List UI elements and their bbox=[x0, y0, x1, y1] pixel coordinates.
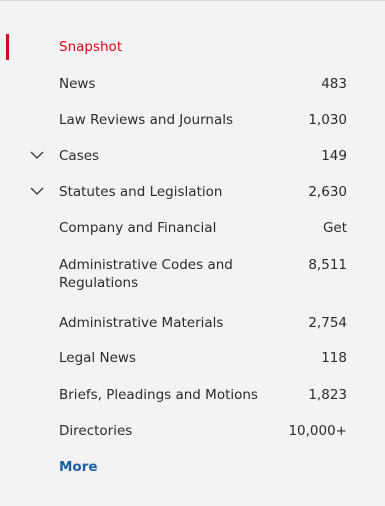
nav-item-briefs[interactable]: Briefs, Pleadings and Motions 1,823 bbox=[0, 386, 360, 416]
chevron-down-icon[interactable] bbox=[30, 186, 44, 196]
nav-item-cases[interactable]: Cases 149 bbox=[0, 147, 360, 177]
nav-item-count: 10,000+ bbox=[288, 423, 347, 439]
nav-item-admin-materials[interactable]: Administrative Materials 2,754 bbox=[0, 314, 360, 344]
chevron-down-icon[interactable] bbox=[30, 150, 44, 160]
nav-item-legal-news[interactable]: Legal News 118 bbox=[0, 349, 360, 379]
nav-item-count: 1,030 bbox=[308, 112, 347, 128]
nav-item-count: 118 bbox=[321, 350, 347, 366]
more-link-label: More bbox=[59, 459, 98, 475]
nav-item-company-financial[interactable]: Company and Financial Get bbox=[0, 219, 360, 249]
nav-item-label: Legal News bbox=[59, 350, 136, 366]
more-link[interactable]: More bbox=[0, 458, 360, 488]
nav-item-law-reviews[interactable]: Law Reviews and Journals 1,030 bbox=[0, 111, 360, 141]
nav-item-statutes[interactable]: Statutes and Legislation 2,630 bbox=[0, 183, 360, 213]
nav-item-count: 483 bbox=[321, 76, 347, 92]
nav-item-news[interactable]: News 483 bbox=[0, 75, 360, 105]
nav-item-label: Company and Financial bbox=[59, 220, 217, 236]
nav-item-directories[interactable]: Directories 10,000+ bbox=[0, 422, 360, 452]
nav-item-count: Get bbox=[322, 220, 347, 236]
nav-item-count: 8,511 bbox=[308, 257, 347, 273]
nav-item-count: 149 bbox=[321, 148, 347, 164]
nav-item-label: Cases bbox=[59, 148, 100, 164]
nav-item-count: 2,630 bbox=[308, 184, 347, 200]
top-divider bbox=[0, 0, 385, 1]
nav-item-admin-codes[interactable]: Administrative Codes and Regulations 8,5… bbox=[0, 256, 360, 296]
nav-item-label: Statutes and Legislation bbox=[59, 184, 223, 200]
nav-item-snapshot[interactable]: Snapshot bbox=[0, 38, 360, 68]
nav-item-label: Law Reviews and Journals bbox=[59, 112, 234, 128]
nav-item-label: Administrative Materials bbox=[59, 315, 224, 331]
nav-item-count: 1,823 bbox=[308, 387, 347, 403]
nav-item-label: News bbox=[59, 76, 96, 92]
nav-item-label: Snapshot bbox=[59, 39, 123, 55]
nav-item-label: Administrative Codes and Regulations bbox=[59, 257, 233, 291]
nav-item-label: Directories bbox=[59, 423, 133, 439]
nav-item-label: Briefs, Pleadings and Motions bbox=[59, 387, 258, 403]
content-type-nav-panel: Snapshot News 483 Law Reviews and Journa… bbox=[0, 0, 385, 506]
nav-item-count: 2,754 bbox=[308, 315, 347, 331]
